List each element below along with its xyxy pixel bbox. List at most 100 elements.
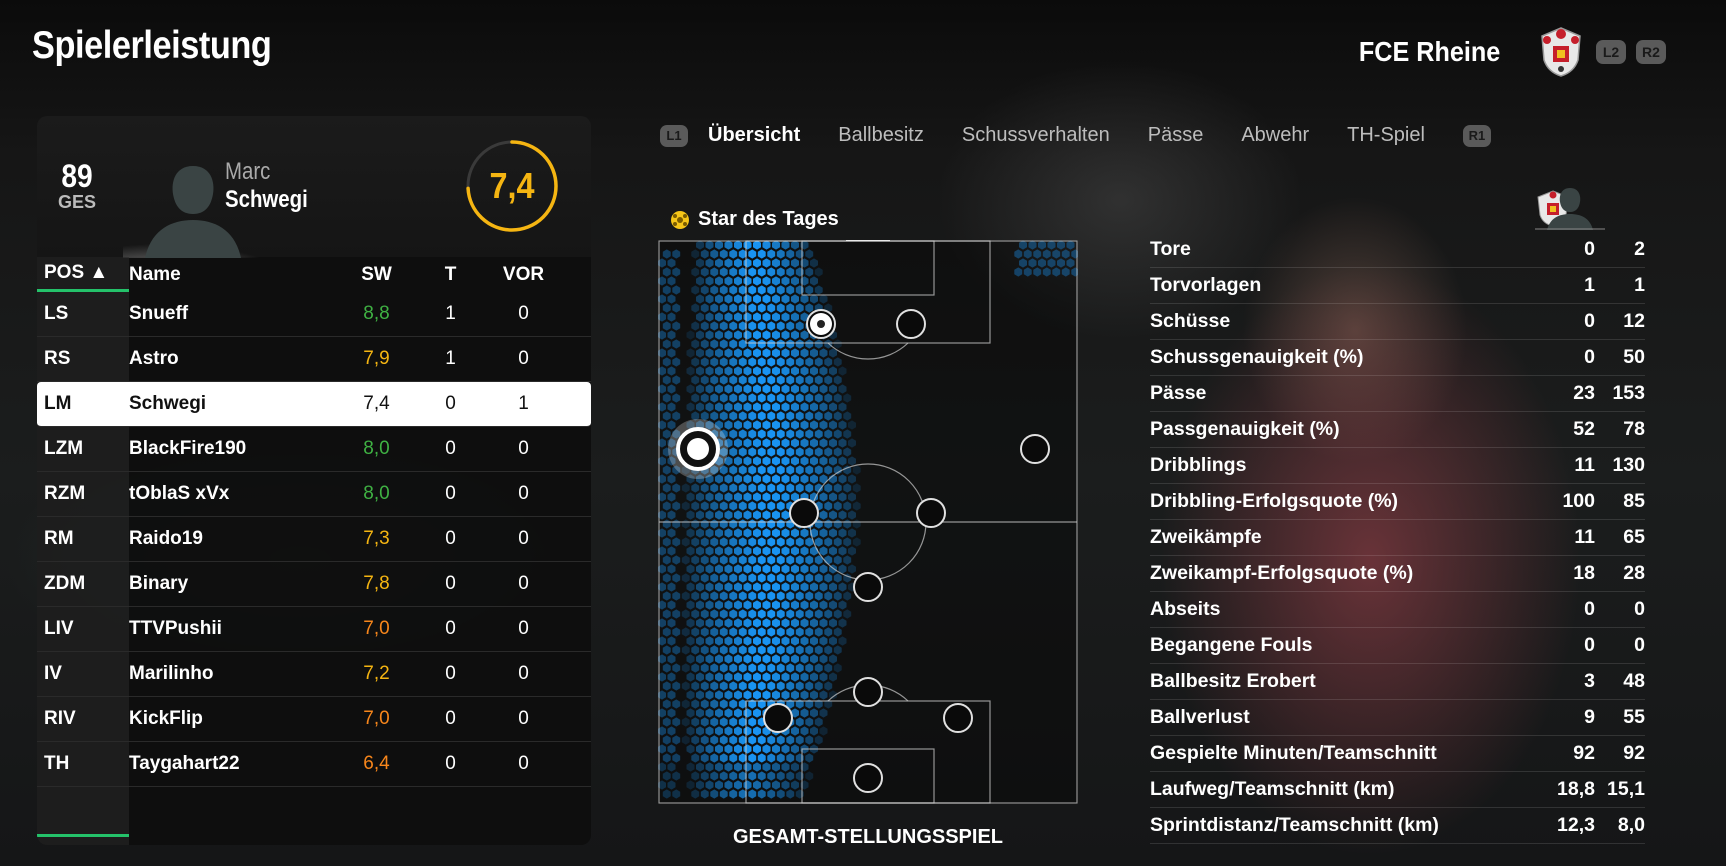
- teammate-marker: [1020, 434, 1050, 464]
- table-row[interactable]: RS Astro 7,9 1 0: [37, 337, 591, 382]
- stat-player-value: 23: [1573, 382, 1595, 404]
- star-of-the-day: Star des Tages: [670, 208, 839, 231]
- player-rating-cell: 7,0: [363, 708, 390, 729]
- stat-row: Schüsse 0 12: [1150, 304, 1645, 340]
- stat-team-value: 65: [1623, 526, 1645, 548]
- stat-player-value: 9: [1584, 706, 1595, 728]
- player-rating-cell: 7,8: [363, 573, 390, 594]
- player-position: ZDM: [44, 573, 86, 594]
- player-name-cell: BlackFire190: [129, 438, 247, 459]
- player-rating-cell: 8,0: [363, 483, 390, 504]
- player-name-cell: tOblaS xVx: [129, 483, 230, 504]
- player-position: RZM: [44, 483, 86, 504]
- stat-label: Torvorlagen: [1150, 274, 1262, 296]
- l2-button[interactable]: L2: [1596, 40, 1626, 64]
- table-row[interactable]: LM Schwegi 7,4 0 1: [37, 382, 591, 427]
- l1-button[interactable]: L1: [660, 124, 688, 147]
- stat-row: Ballverlust 9 55: [1150, 700, 1645, 736]
- teammate-marker: [853, 763, 883, 793]
- player-rating-cell: 7,2: [363, 663, 390, 684]
- stat-label: Gespielte Minuten/Teamschnitt: [1150, 742, 1437, 764]
- stat-team-value: 12: [1623, 310, 1645, 332]
- table-row[interactable]: ZDM Binary 7,8 0 0: [37, 562, 591, 607]
- table-row[interactable]: TH Taygahart22 6,4 0 0: [37, 742, 591, 787]
- stat-label: Zweikampf-Erfolgsquote (%): [1150, 562, 1414, 584]
- stat-player-value: 11: [1574, 454, 1595, 476]
- stat-label: Schussgenauigkeit (%): [1150, 346, 1364, 368]
- stat-label: Pässe: [1150, 382, 1207, 404]
- table-row[interactable]: RZM tOblaS xVx 8,0 0 0: [37, 472, 591, 517]
- player-first-name: Marc: [225, 158, 271, 185]
- page-title: Spielerleistung: [32, 24, 272, 67]
- name-header[interactable]: Name: [129, 264, 334, 286]
- player-position: TH: [44, 753, 70, 774]
- stat-row: Dribblings 11 130: [1150, 448, 1645, 484]
- stat-label: Passgenauigkeit (%): [1150, 418, 1340, 440]
- player-goals-cell: 0: [445, 573, 456, 594]
- player-goals-cell: 0: [445, 618, 456, 639]
- player-assists-cell: 0: [518, 708, 529, 729]
- stat-label: Dribblings: [1150, 454, 1247, 476]
- stat-team-value: 48: [1623, 670, 1645, 692]
- tab-pässe[interactable]: Pässe: [1148, 124, 1204, 147]
- player-rating-cell: 7,4: [363, 393, 390, 414]
- stat-player-value: 0: [1584, 634, 1595, 656]
- lineup-panel: 89 GES Marc Schwegi 7,4 POS ▲ Name SW T …: [37, 116, 591, 845]
- player-position: LZM: [44, 438, 84, 459]
- stat-player-value: 0: [1584, 310, 1595, 332]
- table-row[interactable]: LIV TTVPushii 7,0 0 0: [37, 607, 591, 652]
- stat-row: Gespielte Minuten/Teamschnitt 92 92: [1150, 736, 1645, 772]
- stat-player-value: 11: [1574, 526, 1595, 548]
- teammate-marker: [943, 703, 973, 733]
- stat-player-value: 92: [1573, 742, 1595, 764]
- stat-label: Ballverlust: [1150, 706, 1250, 728]
- player-position: RIV: [44, 708, 76, 729]
- stat-row: Dribbling-Erfolgsquote (%) 100 85: [1150, 484, 1645, 520]
- player-goals-cell: 1: [445, 348, 456, 369]
- table-header: POS ▲ Name SW T VOR: [37, 257, 591, 292]
- stat-team-value: 78: [1623, 418, 1645, 440]
- assists-header[interactable]: VOR: [482, 264, 565, 286]
- rating-header[interactable]: SW: [334, 264, 419, 286]
- stat-team-value: 92: [1623, 742, 1645, 764]
- table-row[interactable]: RM Raido19 7,3 0 0: [37, 517, 591, 562]
- positioning-heatmap: [658, 240, 1078, 804]
- stats-tabs: L1 Übersicht Ballbesitz Schussverhalten Päs…: [660, 124, 1511, 147]
- player-name-cell: KickFlip: [129, 708, 203, 729]
- stat-row: Torvorlagen 1 1: [1150, 268, 1645, 304]
- stat-team-value: 8,0: [1617, 814, 1645, 836]
- tab-abwehr[interactable]: Abwehr: [1241, 124, 1309, 147]
- tab-th-spiel[interactable]: TH-Spiel: [1347, 124, 1425, 147]
- stat-player-value: 0: [1584, 238, 1595, 260]
- stat-team-value: 85: [1623, 490, 1645, 512]
- player-position: IV: [44, 663, 62, 684]
- table-row[interactable]: IV Marilinho 7,2 0 0: [37, 652, 591, 697]
- tab-schussverhalten[interactable]: Schussverhalten: [962, 124, 1110, 147]
- table-row[interactable]: LZM BlackFire190 8,0 0 0: [37, 427, 591, 472]
- r1-button[interactable]: R1: [1462, 124, 1491, 147]
- stat-team-value: 130: [1612, 454, 1645, 476]
- tab-ballbesitz[interactable]: Ballbesitz: [838, 124, 924, 147]
- tab-übersicht[interactable]: Übersicht: [708, 124, 800, 147]
- player-name-cell: TTVPushii: [129, 618, 222, 639]
- team-header: FCE Rheine L2 R2: [1351, 26, 1666, 78]
- r2-button[interactable]: R2: [1636, 40, 1666, 64]
- teammate-marker: [916, 498, 946, 528]
- table-row[interactable]: LS Snueff 8,8 1 0: [37, 292, 591, 337]
- sort-pos-header[interactable]: POS ▲: [37, 257, 129, 292]
- stat-label: Begangene Fouls: [1150, 634, 1313, 656]
- player-card: 89 GES Marc Schwegi 7,4: [37, 116, 591, 258]
- stat-player-value: 100: [1562, 490, 1595, 512]
- player-name-cell: Astro: [129, 348, 179, 369]
- player-rating-cell: 8,8: [363, 303, 390, 324]
- stat-player-value: 12,3: [1557, 814, 1595, 836]
- stat-row: Passgenauigkeit (%) 52 78: [1150, 412, 1645, 448]
- lineup-table: POS ▲ Name SW T VOR LS Snueff 8,8 1 0 RS Astro…: [37, 257, 591, 845]
- overall-rating: 89 GES: [57, 160, 97, 213]
- stat-label: Sprintdistanz/Teamschnitt (km): [1150, 814, 1439, 836]
- table-row[interactable]: RIV KickFlip 7,0 0 0: [37, 697, 591, 742]
- goals-header[interactable]: T: [419, 264, 482, 286]
- player-position: LIV: [44, 618, 74, 639]
- teammate-marker: [896, 309, 926, 339]
- player-goals-cell: 0: [445, 393, 456, 414]
